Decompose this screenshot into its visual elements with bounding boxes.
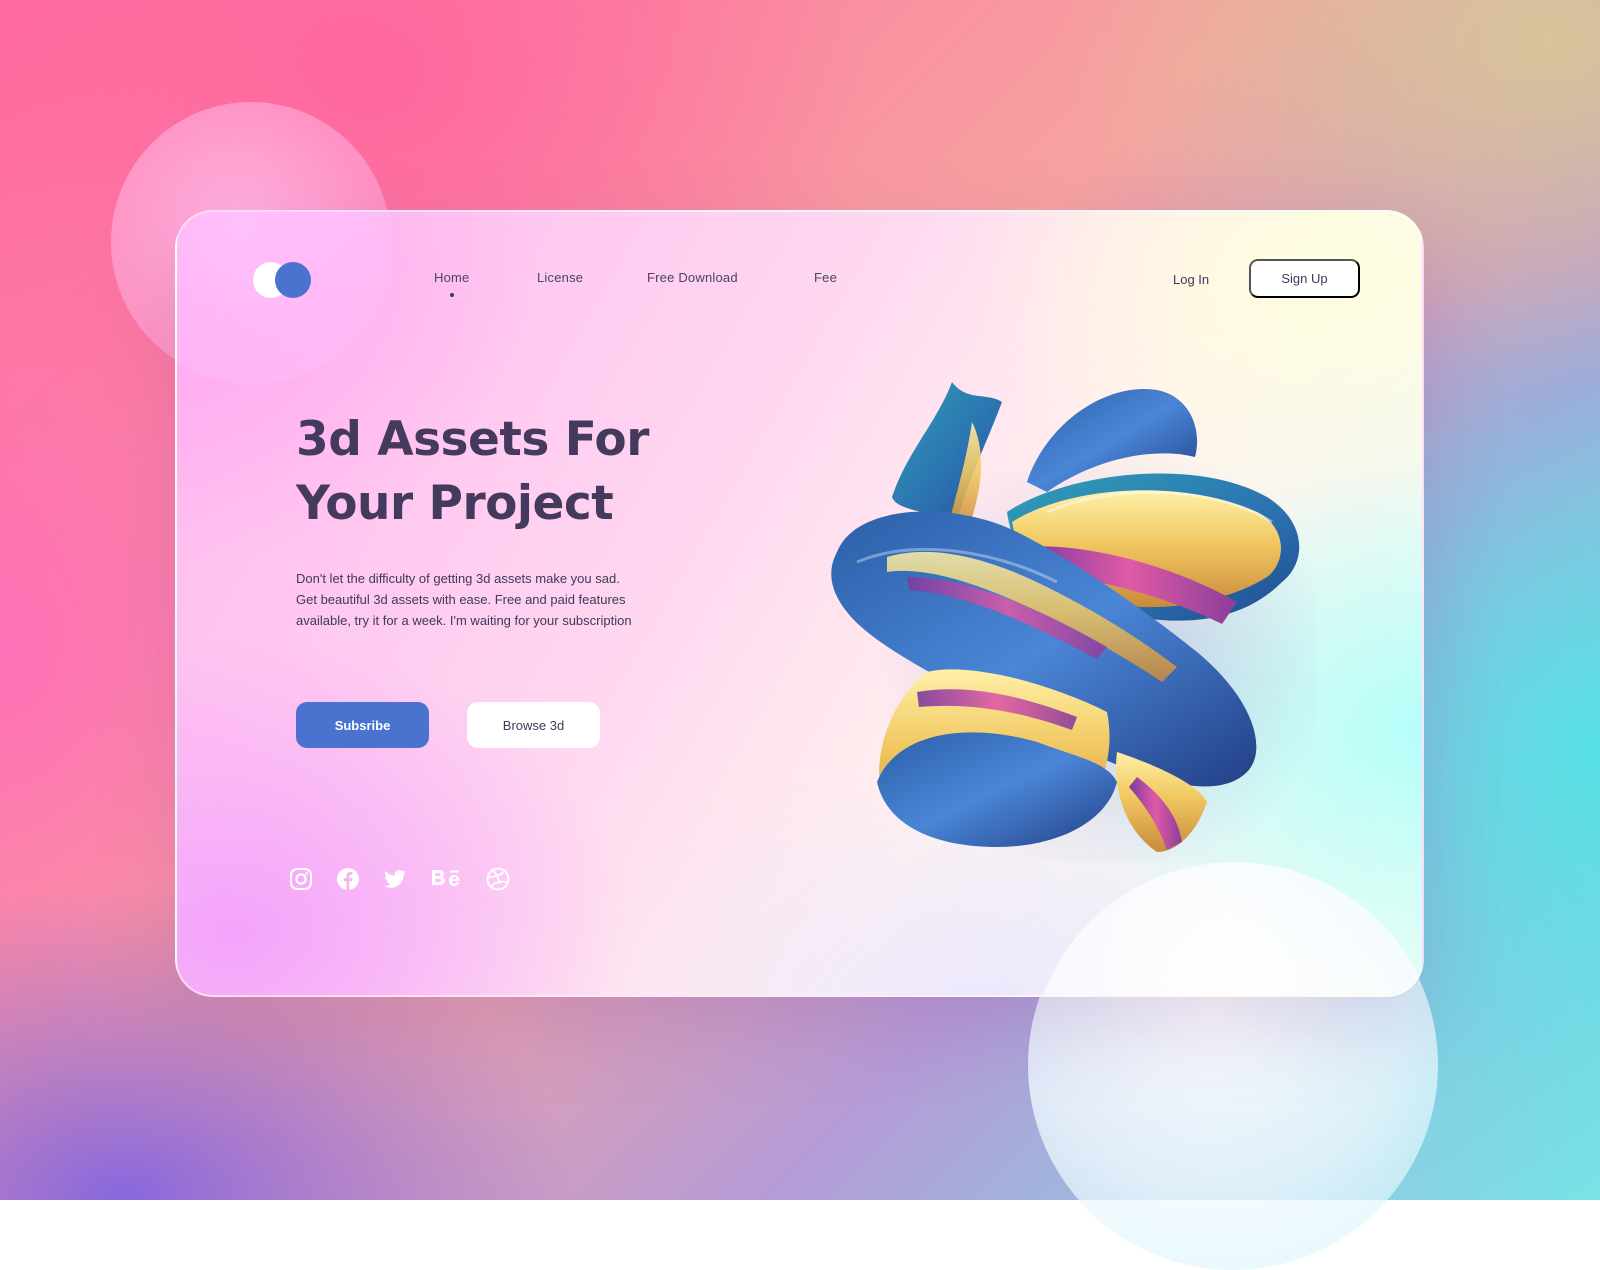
brand-logo[interactable] bbox=[253, 260, 313, 300]
nav-item-home[interactable]: Home bbox=[434, 270, 469, 285]
twitter-icon[interactable] bbox=[382, 866, 408, 892]
instagram-icon[interactable] bbox=[288, 866, 314, 892]
nav-active-indicator bbox=[450, 293, 454, 297]
login-link[interactable]: Log In bbox=[1173, 272, 1209, 287]
hero-headline-line1: 3d Assets For bbox=[296, 412, 649, 467]
hero-description: Don't let the difficulty of getting 3d a… bbox=[296, 571, 632, 628]
browse-3d-button[interactable]: Browse 3d bbox=[467, 702, 600, 748]
logo-circle-blue bbox=[275, 262, 311, 298]
nav-item-free-download[interactable]: Free Download bbox=[647, 270, 738, 285]
nav-item-fee[interactable]: Fee bbox=[814, 270, 837, 285]
dribbble-icon[interactable] bbox=[485, 866, 511, 892]
behance-icon[interactable] bbox=[430, 866, 466, 892]
hero-headline: 3d Assets For Your Project bbox=[296, 408, 716, 536]
landing-card: Home License Free Download Fee Log In Si… bbox=[175, 210, 1424, 997]
signup-button[interactable]: Sign Up bbox=[1249, 259, 1360, 298]
subscribe-button[interactable]: Subsribe bbox=[296, 702, 429, 748]
facebook-icon[interactable] bbox=[335, 866, 361, 892]
hero-3d-illustration bbox=[817, 362, 1337, 882]
hero-headline-line2: Your Project bbox=[296, 476, 614, 531]
card-bubble-bottom bbox=[1030, 862, 1422, 995]
nav-item-license[interactable]: License bbox=[537, 270, 583, 285]
